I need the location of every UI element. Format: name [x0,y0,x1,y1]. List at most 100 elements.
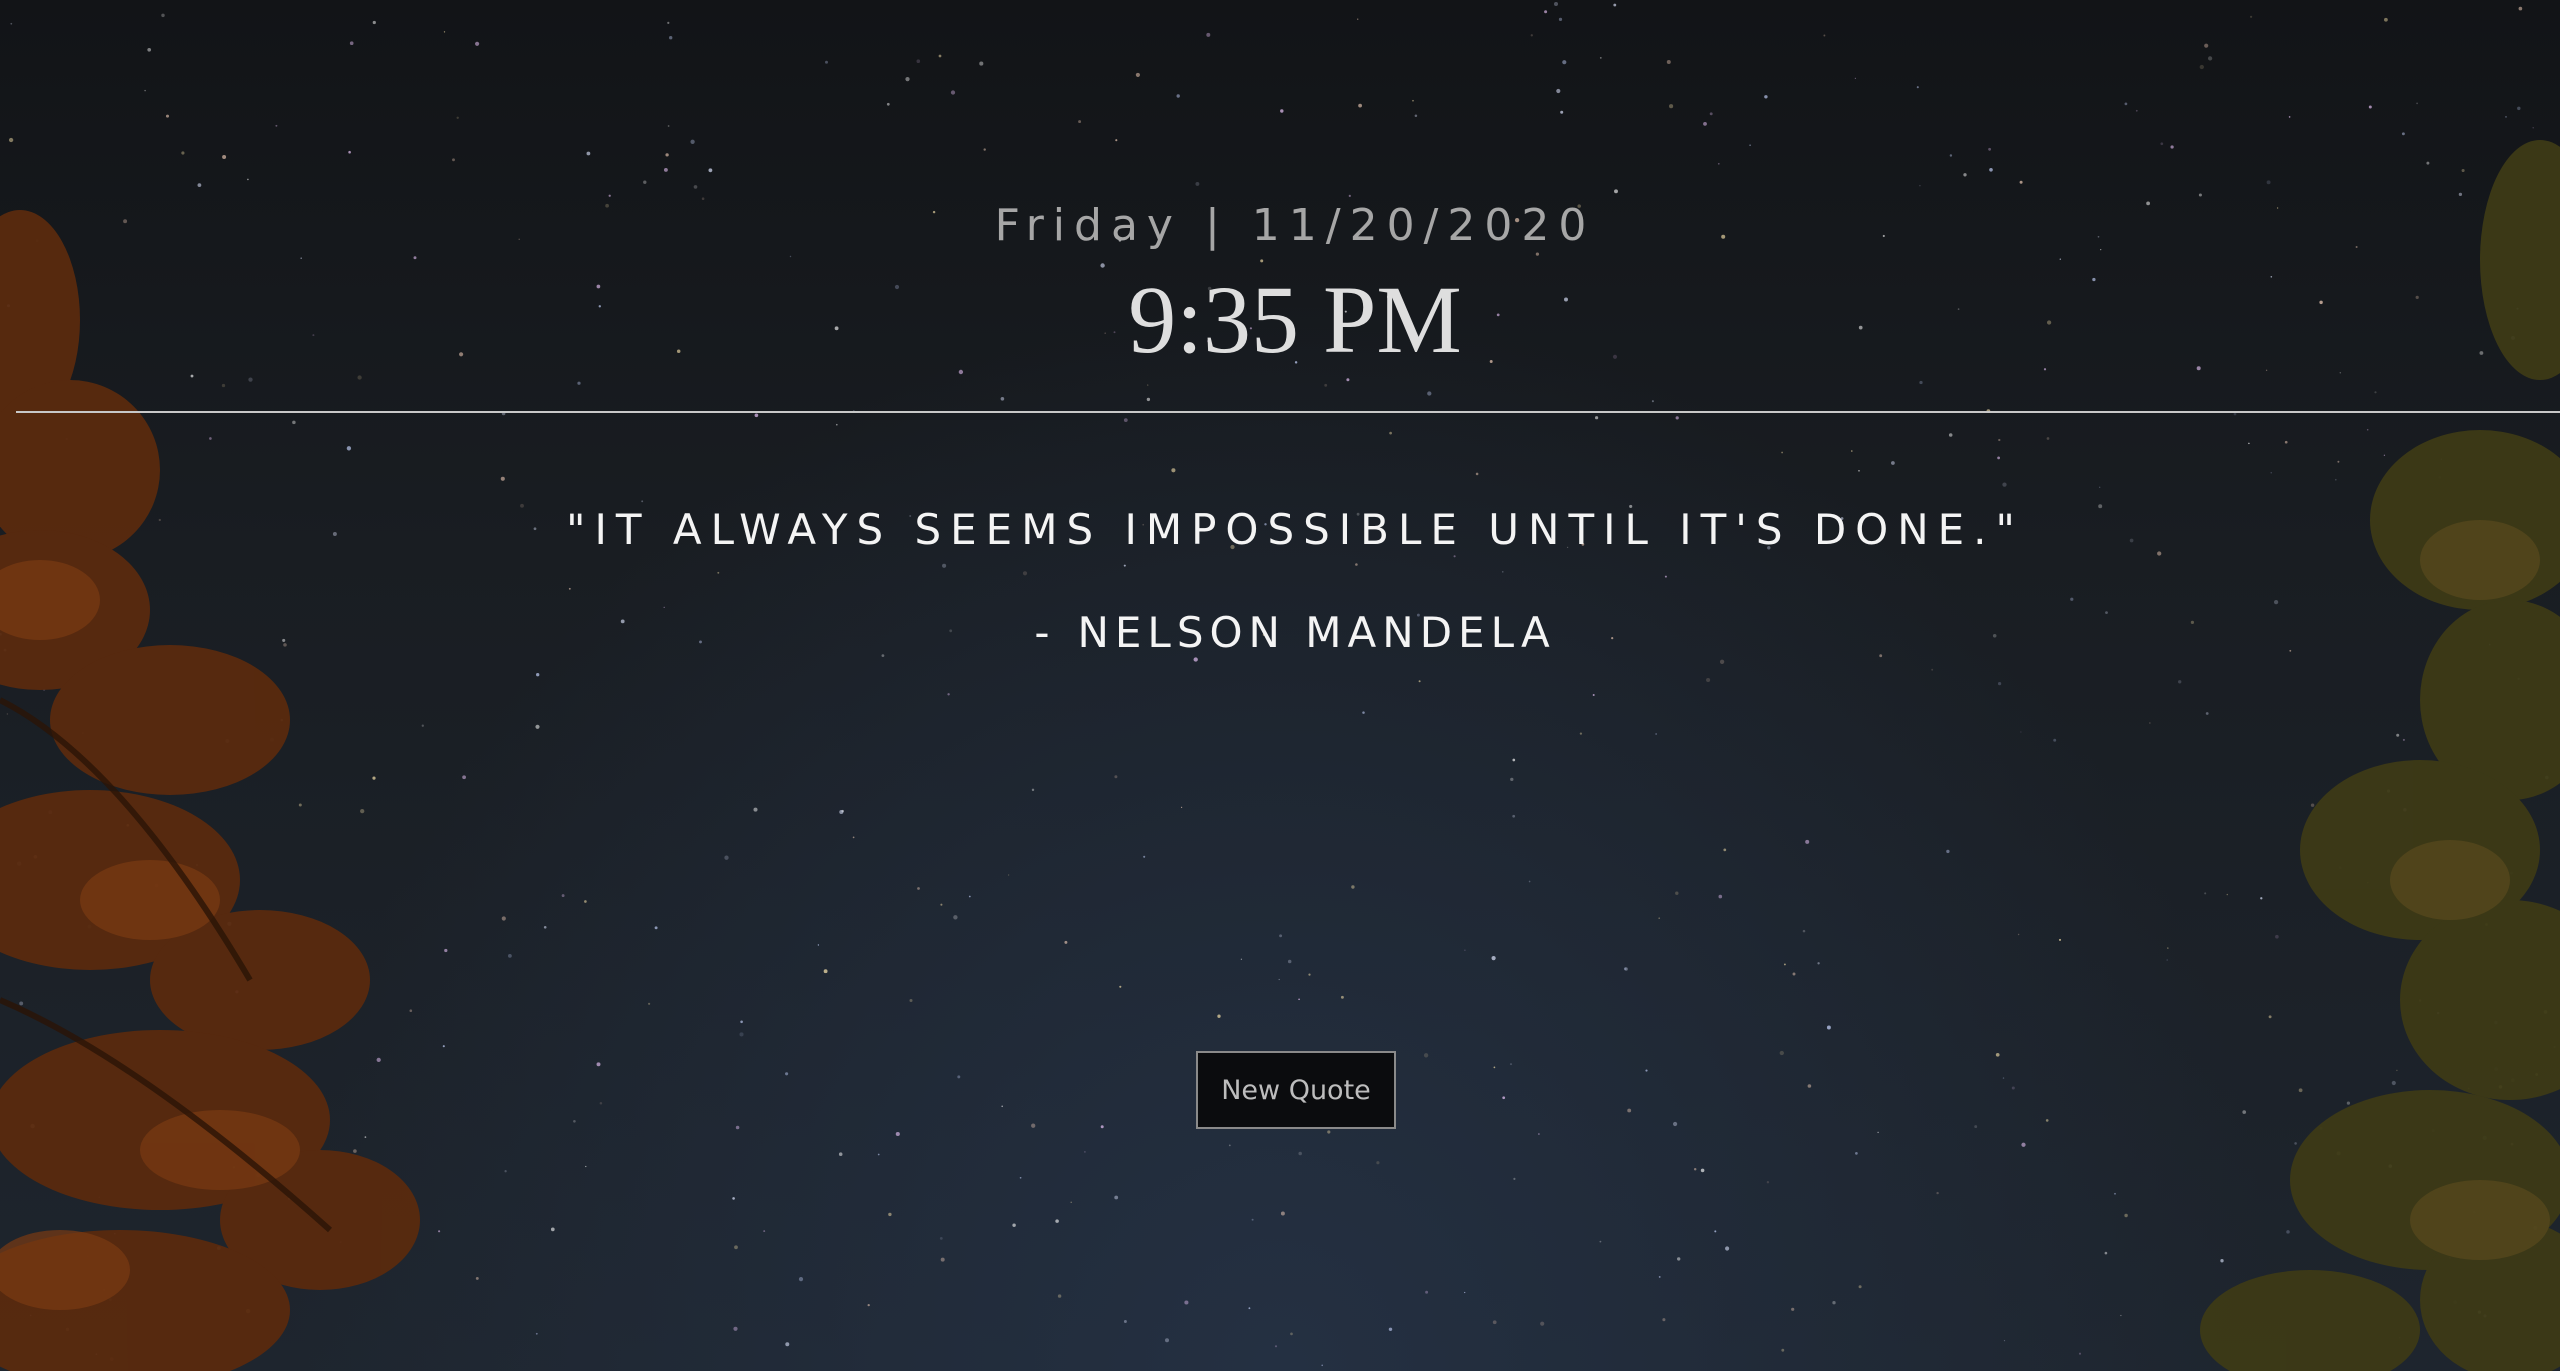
star [823,969,828,974]
star [1613,3,1617,7]
star [789,255,792,258]
star [1464,1291,1466,1294]
star [939,1236,943,1240]
star [1022,571,1028,576]
star [953,915,958,920]
author-dash: - [1034,608,1056,657]
star [1123,418,1128,422]
star [1997,681,2002,686]
star [753,807,758,812]
star [1662,1318,1666,1322]
star [1078,120,1082,124]
star [1123,1320,1127,1323]
quote-author: Nelson Mandela [1077,608,1556,657]
star [1491,956,1496,961]
star [2124,102,2128,106]
star [1817,962,1820,965]
star [2099,486,2101,488]
star [1346,378,1350,382]
star [1100,1125,1104,1129]
star [817,944,820,946]
star [1779,1050,1784,1056]
star [1599,1240,1602,1243]
star [1936,1191,1939,1195]
star [1706,677,1711,683]
star [1135,72,1140,77]
star [785,1342,790,1347]
new-quote-button[interactable]: New Quote [1196,1051,1396,1129]
star [2011,1086,2015,1090]
star [1854,77,1857,80]
star [1995,1052,2000,1057]
star [1855,1152,1858,1155]
star [1114,775,1118,779]
star [940,903,943,906]
star [1764,95,1768,99]
star [1278,978,1280,981]
star [1556,88,1561,94]
star [838,1152,843,1156]
star [596,1062,601,1067]
star [1123,564,1126,567]
star [584,900,587,903]
star [690,139,695,144]
star [608,194,611,197]
star [1579,732,1583,735]
star [1916,86,1919,89]
star [1592,693,1595,697]
star [1723,848,1727,852]
star [1143,855,1146,858]
star [1562,60,1567,65]
star [1084,1151,1086,1153]
star [905,76,910,82]
star [665,153,669,157]
star [507,953,512,958]
star [1919,380,1923,385]
star [693,185,698,189]
star [500,476,505,481]
star [1553,1,1559,7]
star [1623,967,1627,970]
star [1412,99,1414,102]
star [852,836,855,839]
star [1651,400,1654,403]
star [1540,1321,1545,1326]
star [1792,972,1796,976]
star [957,1075,961,1079]
star [886,102,890,106]
star [1512,758,1516,762]
star [1599,57,1602,59]
star [2021,1142,2026,1147]
star [2019,180,2023,184]
star [1509,1063,1513,1066]
star [1147,384,1149,386]
star [2124,1213,2128,1218]
star [1558,17,1563,22]
star [2135,109,2138,112]
star [2059,258,2061,260]
star [535,724,540,729]
star [2002,482,2007,487]
star [2003,1339,2006,1342]
star [1998,438,2001,442]
star [1502,571,1504,573]
star [1321,1364,1323,1367]
star [1781,451,1783,454]
star [1280,109,1284,113]
star [1057,1294,1062,1298]
star [1700,1168,1705,1173]
star [947,693,950,696]
star [1672,1121,1678,1127]
star [732,1197,735,1200]
star [456,116,459,120]
star [2053,738,2057,742]
star [2078,1352,2082,1355]
star [577,381,581,385]
star [1997,456,2000,460]
star [2166,959,2168,961]
star [1719,659,1725,664]
star [475,1276,479,1280]
star [1766,1181,1770,1184]
star [717,571,720,574]
star [1119,985,1122,988]
